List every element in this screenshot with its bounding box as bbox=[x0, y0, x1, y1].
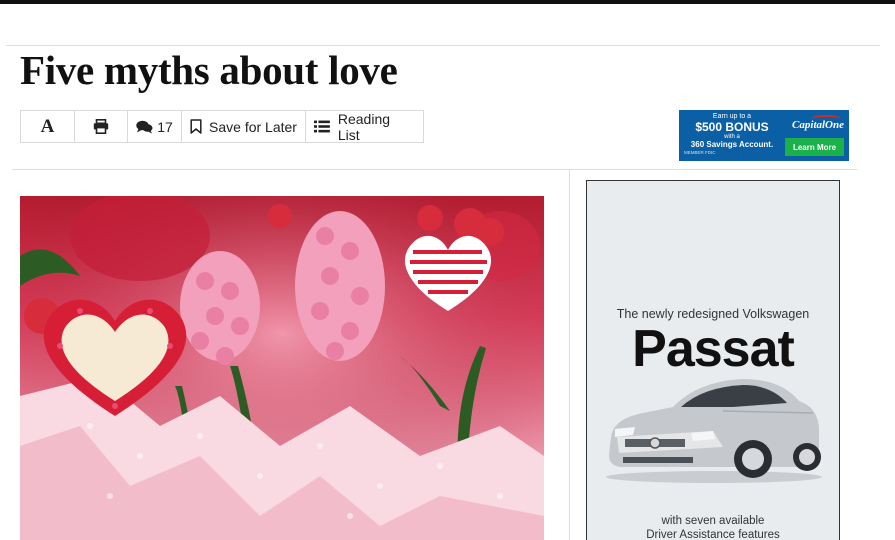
save-for-later-button[interactable]: Save for Later bbox=[182, 111, 306, 142]
capital-one-logo: CapitalOne bbox=[792, 119, 844, 131]
reading-list-button[interactable]: Reading List bbox=[306, 110, 423, 143]
top-black-bar bbox=[0, 0, 895, 4]
banner-learn-more-button[interactable]: Learn More bbox=[785, 138, 844, 156]
font-size-icon: A bbox=[40, 115, 55, 137]
header-divider bbox=[6, 45, 880, 46]
comments-count: 17 bbox=[157, 118, 173, 135]
ad-footer-line-2: Driver Assistance features bbox=[646, 529, 780, 540]
reading-list-label: Reading List bbox=[337, 110, 391, 143]
valentine-flowers-illustration bbox=[20, 196, 544, 540]
list-icon bbox=[314, 120, 330, 133]
comments-icon bbox=[136, 120, 153, 133]
font-size-button[interactable]: A bbox=[21, 111, 75, 142]
banner-line-1: Earn up to a bbox=[712, 113, 752, 120]
printer-icon bbox=[93, 119, 109, 134]
bookmark-icon bbox=[190, 119, 202, 134]
banner-line-4: 360 Savings Account. bbox=[690, 140, 774, 149]
volkswagen-passat-ad[interactable]: The newly redesigned Volkswagen Passat w… bbox=[586, 180, 840, 540]
banner-ad-text: Earn up to a $500 BONUS with a 360 Savin… bbox=[682, 113, 782, 156]
save-for-later-label: Save for Later bbox=[209, 118, 297, 135]
article-hero-image bbox=[20, 196, 544, 540]
article-headline: Five myths about love bbox=[20, 47, 398, 93]
passat-car-illustration bbox=[606, 379, 822, 483]
print-button[interactable] bbox=[75, 111, 128, 142]
article-toolbar: A 17 Save for Later Reading List bbox=[20, 110, 424, 143]
column-divider bbox=[569, 170, 570, 540]
ad-footer-text: with seven available Driver Assistance f… bbox=[587, 514, 839, 540]
ad-footer-line-1: with seven available bbox=[661, 515, 765, 527]
comments-button[interactable]: 17 bbox=[128, 111, 182, 142]
banner-line-5: MEMBER FDIC bbox=[684, 150, 716, 155]
banner-line-2: $500 BONUS bbox=[695, 120, 769, 134]
capital-one-banner-ad[interactable]: Earn up to a $500 BONUS with a 360 Savin… bbox=[679, 110, 849, 161]
toolbar-divider bbox=[12, 169, 857, 170]
